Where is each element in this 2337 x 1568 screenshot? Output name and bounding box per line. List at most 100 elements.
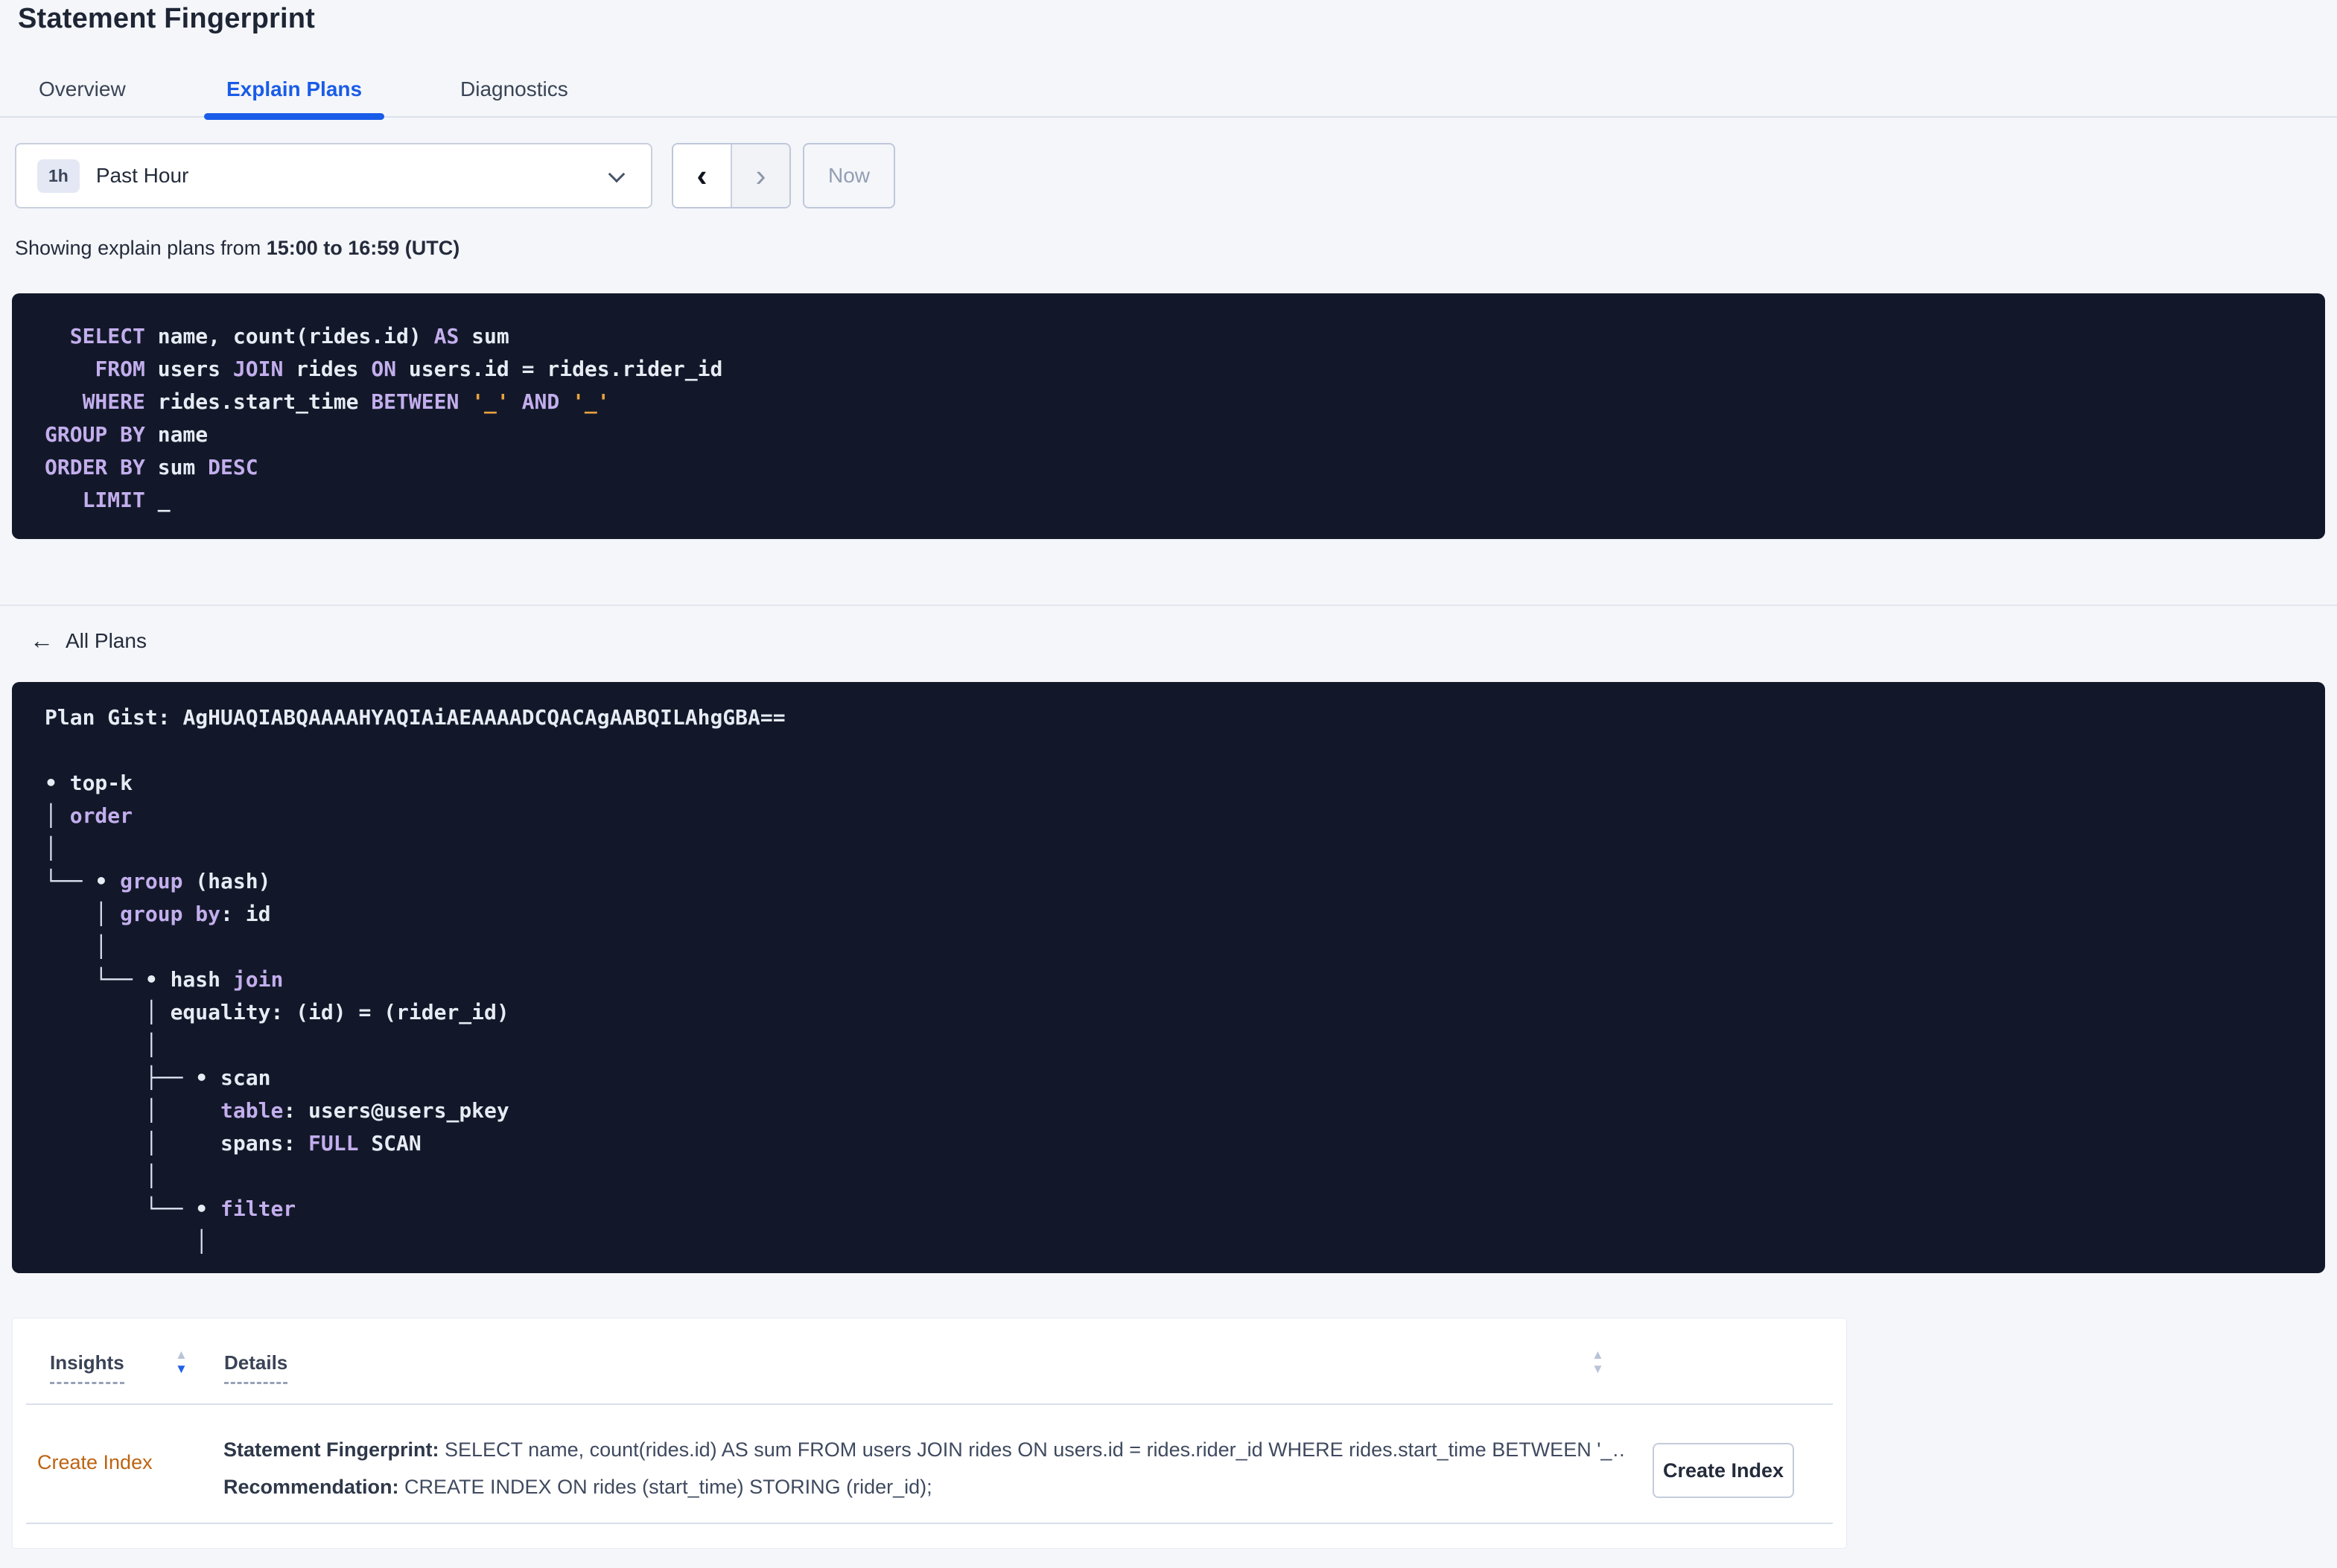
time-range-label: Past Hour: [95, 164, 189, 187]
tree-connector: └──: [45, 1196, 196, 1221]
plain-token: _: [144, 488, 171, 512]
literal-token: '_': [572, 389, 610, 414]
all-plans-label: All Plans: [66, 628, 147, 652]
detail-text: CREATE INDEX ON rides (start_time) STORI…: [404, 1476, 932, 1498]
keyword-token: filter: [220, 1196, 296, 1221]
sort-icon-details[interactable]: ▲ ▼: [1592, 1348, 1604, 1375]
keyword-token: order: [69, 803, 133, 828]
keyword-token: AND: [521, 389, 560, 414]
plain-token: sum: [459, 324, 509, 348]
plain-token: rides: [283, 357, 372, 381]
keyword-token: table: [220, 1098, 284, 1123]
time-pager: ‹ ›: [672, 143, 791, 208]
arrow-left-icon: ←: [30, 627, 54, 654]
plan-tree: • top-k │ order │ └── • group (hash) │ grou…: [45, 767, 2292, 1258]
plain-token: • hash: [144, 967, 233, 992]
column-header-details[interactable]: Details: [224, 1351, 288, 1384]
tree-connector: │: [45, 836, 57, 861]
tree-connector: │: [45, 1229, 209, 1254]
code-line: │ equality: (id) = (rider_id): [45, 996, 2292, 1029]
tree-connector: ├──: [45, 1065, 196, 1090]
plain-token: name, count(rides.id): [144, 324, 434, 348]
code-line: WHERE rides.start_time BETWEEN '_' AND '…: [45, 386, 2292, 418]
tab-diagnostics[interactable]: Diagnostics: [438, 63, 591, 116]
sort-up-arrow-icon: ▲: [175, 1348, 188, 1362]
tree-connector: │: [45, 1033, 158, 1057]
tab-diagnostics-label: Diagnostics: [460, 77, 568, 101]
code-line: └── • hash join: [45, 963, 2292, 996]
detail-label: Recommendation:: [223, 1476, 405, 1498]
detail-line: Statement Fingerprint: SELECT name, coun…: [223, 1431, 1624, 1468]
column-header-insights[interactable]: Insights: [50, 1351, 124, 1384]
table-row-divider: [26, 1523, 1833, 1524]
time-range-badge: 1h: [37, 159, 80, 193]
code-line: │: [45, 1029, 2292, 1062]
plain-token: SCAN: [358, 1131, 422, 1156]
sql-code: SELECT name, count(rides.id) AS sum FROM…: [45, 320, 2292, 517]
details-cell: Statement Fingerprint: SELECT name, coun…: [223, 1431, 1624, 1505]
code-line: │: [45, 1160, 2292, 1193]
tab-explain-plans[interactable]: Explain Plans: [204, 63, 385, 120]
tree-connector: └──: [45, 967, 145, 992]
all-plans-back-link[interactable]: ← All Plans: [30, 627, 147, 654]
tree-connector: │: [45, 1000, 171, 1024]
tab-overview-label: Overview: [39, 77, 126, 101]
plan-gist-label: Plan Gist:: [45, 705, 183, 730]
sql-statement-box: SELECT name, count(rides.id) AS sum FROM…: [12, 293, 2325, 539]
now-button[interactable]: Now: [803, 143, 895, 208]
keyword-token: join: [232, 967, 284, 992]
sort-icon-insights[interactable]: ▲ ▼: [175, 1348, 188, 1375]
keyword-token: group by: [120, 902, 221, 926]
plan-gist-line: Plan Gist: AgHUAQIABQAAAAHYAQIAiAEAAAADC…: [45, 701, 2292, 734]
page-title: Statement Fingerprint: [18, 3, 316, 34]
tab-overview[interactable]: Overview: [16, 63, 148, 116]
sort-up-arrow-icon: ▲: [1592, 1348, 1604, 1362]
keyword-token: LIMIT: [82, 488, 145, 512]
code-line: │ group by: id: [45, 898, 2292, 931]
keyword-token: group: [120, 869, 183, 893]
time-range-dropdown[interactable]: 1h Past Hour: [15, 143, 652, 208]
tree-connector: │: [45, 1131, 221, 1156]
keyword-token: GROUP BY: [45, 422, 145, 447]
showing-range-text: Showing explain plans from 15:00 to 16:5…: [15, 237, 460, 260]
code-line: GROUP BY name: [45, 418, 2292, 451]
plain-token: •: [95, 869, 121, 893]
keyword-token: ON: [371, 357, 397, 381]
insight-type-link[interactable]: Create Index: [37, 1451, 153, 1474]
plain-token: spans:: [220, 1131, 309, 1156]
plain-token: •: [195, 1196, 221, 1221]
prev-time-button[interactable]: ‹: [673, 144, 732, 207]
code-line: │ order: [45, 800, 2292, 832]
next-time-button[interactable]: ›: [732, 144, 789, 207]
code-line: • top-k: [45, 767, 2292, 800]
plain-token: equality: (id) = (rider_id): [170, 1000, 509, 1024]
active-tab-underline: [204, 113, 385, 120]
create-index-button[interactable]: Create Index: [1653, 1443, 1794, 1498]
plain-token: name: [144, 422, 209, 447]
code-line: └── • filter: [45, 1193, 2292, 1226]
code-line: ├── • scan: [45, 1062, 2292, 1094]
tree-connector: └──: [45, 869, 95, 893]
code-line: │: [45, 1226, 2292, 1258]
showing-range-value: 15:00 to 16:59 (UTC): [266, 237, 460, 259]
plain-token: • top-k: [45, 771, 133, 795]
keyword-token: WHERE: [82, 389, 145, 414]
keyword-token: DESC: [208, 455, 258, 479]
chevron-left-icon: ‹: [696, 158, 708, 193]
code-line: SELECT name, count(rides.id) AS sum: [45, 320, 2292, 353]
keyword-token: BETWEEN: [371, 389, 460, 414]
sort-down-arrow-icon: ▼: [175, 1362, 188, 1376]
code-line: ORDER BY sum DESC: [45, 451, 2292, 484]
keyword-token: JOIN: [232, 357, 284, 381]
code-line: └── • group (hash): [45, 865, 2292, 898]
table-header-divider: [26, 1403, 1833, 1405]
plain-token: users.id = rides.rider_id: [396, 357, 723, 381]
code-line: FROM users JOIN rides ON users.id = ride…: [45, 353, 2292, 386]
tree-connector: │: [45, 803, 70, 828]
literal-token: '_': [471, 389, 509, 414]
